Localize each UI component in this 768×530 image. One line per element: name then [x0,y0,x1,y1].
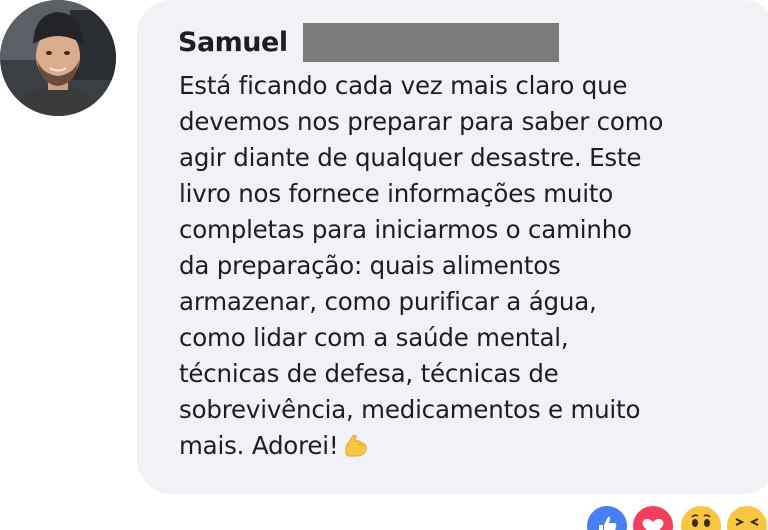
comment-text: Está ficando cada vez mais claro que dev… [179,71,664,460]
redacted-surname [303,23,559,62]
like-icon [584,503,630,530]
flexed-biceps-icon [343,432,369,468]
author-name[interactable]: Samuel [178,27,288,58]
comment-container: Samuel Está ficando cada vez mais claro … [0,0,768,530]
avatar[interactable] [0,0,116,116]
haha-icon [724,503,768,530]
author-row: Samuel [178,22,288,62]
love-icon [630,503,676,530]
comment-body: Está ficando cada vez mais claro que dev… [179,68,759,468]
avatar-photo [0,0,116,116]
wow-icon [678,503,724,530]
